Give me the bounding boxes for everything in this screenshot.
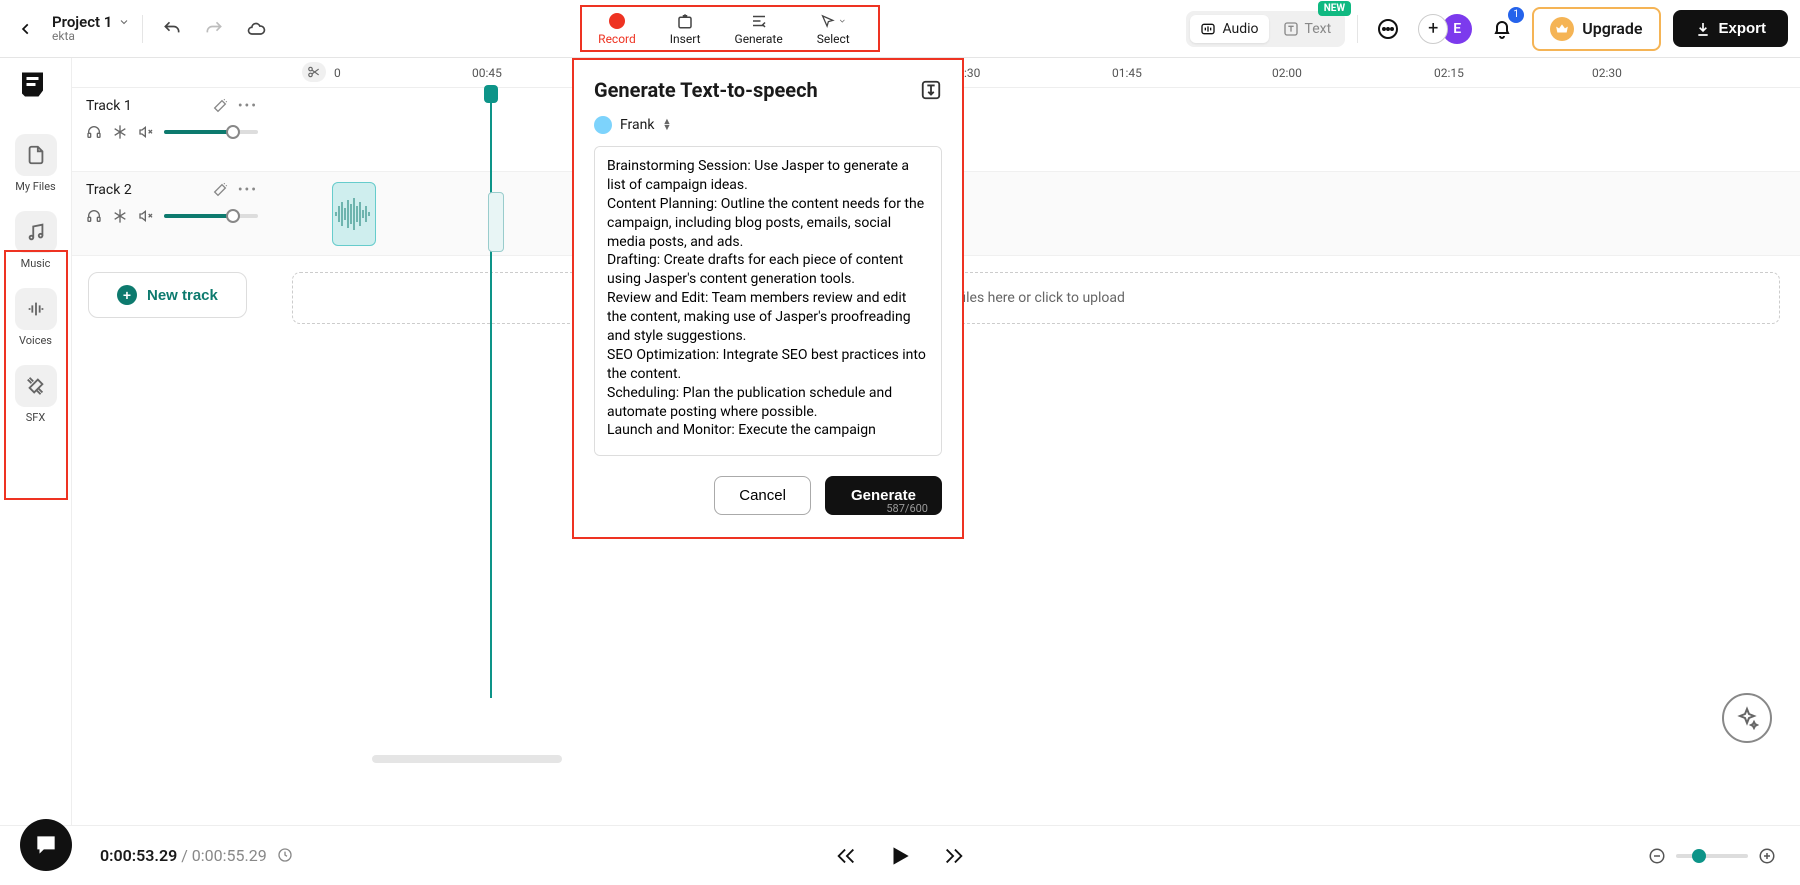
play-button[interactable] <box>887 843 913 869</box>
dialog-title: Generate Text-to-speech <box>594 78 818 102</box>
export-button[interactable]: Export <box>1673 10 1789 47</box>
drop-zone[interactable]: p files here or click to upload <box>292 272 1780 324</box>
volume-slider[interactable] <box>164 130 258 134</box>
project-selector[interactable]: Project 1 ekta <box>52 14 130 44</box>
ruler-mark: 02:30 <box>1592 66 1622 80</box>
main-area: 0 00:45 :30 01:45 02:00 02:15 02:30 Trac… <box>72 58 1800 825</box>
download-icon <box>1695 21 1711 37</box>
zoom-in-button[interactable] <box>1758 847 1776 865</box>
snowflake-icon[interactable] <box>112 208 128 224</box>
text-mode-button[interactable]: Text <box>1273 15 1342 43</box>
music-icon <box>15 211 57 253</box>
zoom-out-button[interactable] <box>1648 847 1666 865</box>
file-icon <box>15 134 57 176</box>
redo-button[interactable] <box>197 12 231 46</box>
ruler-mark: 00:45 <box>472 66 502 80</box>
view-mode-toggle: Audio Text NEW <box>1186 11 1345 47</box>
collaborators[interactable]: + E <box>1418 14 1472 44</box>
track-lane[interactable] <box>272 88 1800 171</box>
zoom-slider[interactable] <box>1676 854 1748 858</box>
zoom-controls <box>1648 847 1776 865</box>
waveform-icon <box>1200 21 1216 37</box>
back-button[interactable] <box>12 15 40 43</box>
tts-text-input[interactable] <box>594 146 942 456</box>
ai-assistant-fab[interactable] <box>1722 693 1772 743</box>
mute-icon[interactable] <box>138 124 154 140</box>
char-count: 587/600 <box>886 502 928 515</box>
app-logo[interactable] <box>16 68 52 104</box>
add-collaborator-button[interactable]: + <box>1418 14 1448 44</box>
sidebar-item-sfx[interactable]: SFX <box>9 359 63 430</box>
undo-button[interactable] <box>155 12 189 46</box>
scissor-tool[interactable] <box>302 62 326 82</box>
forward-button[interactable] <box>941 845 967 867</box>
record-tool[interactable]: Record <box>590 9 644 48</box>
center-toolbar: Record Insert Generate Select <box>580 5 880 52</box>
track-menu[interactable]: ••• <box>238 182 258 198</box>
tts-dialog: Generate Text-to-speech Frank ▲▼ 587/600… <box>572 58 964 539</box>
snowflake-icon[interactable] <box>112 124 128 140</box>
transport-controls <box>833 843 967 869</box>
voice-name: Frank <box>620 117 654 133</box>
sidebar-item-myfiles[interactable]: My Files <box>9 128 63 199</box>
project-name: Project 1 <box>52 14 112 31</box>
playhead[interactable] <box>490 88 492 698</box>
headphones-icon[interactable] <box>86 208 102 224</box>
ghost-insert-marker <box>488 192 504 252</box>
select-tool[interactable]: Select <box>809 9 858 48</box>
sparkle-icon <box>1735 706 1759 730</box>
clock-icon[interactable] <box>277 847 293 863</box>
track-name[interactable]: Track 1 <box>86 98 132 114</box>
audio-clip[interactable] <box>332 182 376 246</box>
sidebar: My Files Music Voices SFX <box>0 58 72 825</box>
headphones-icon[interactable] <box>86 124 102 140</box>
sidebar-item-voices[interactable]: Voices <box>9 282 63 353</box>
wand-icon[interactable] <box>212 98 228 114</box>
voice-selector[interactable]: Frank ▲▼ <box>594 116 942 134</box>
notification-count: 1 <box>1508 7 1524 23</box>
tts-settings-icon[interactable] <box>920 79 942 101</box>
sfx-icon <box>15 365 57 407</box>
generate-tool[interactable]: Generate <box>727 9 791 48</box>
time-display: 0:00:53.29 / 0:00:55.29 <box>100 846 293 865</box>
chevron-down-icon <box>118 16 130 28</box>
comments-button[interactable] <box>1370 11 1406 47</box>
chevron-updown-icon: ▲▼ <box>662 119 671 131</box>
notifications-button[interactable]: 1 <box>1484 11 1520 47</box>
ruler-mark: 02:00 <box>1272 66 1302 80</box>
cancel-button[interactable]: Cancel <box>714 476 811 515</box>
ruler-mark: 02:15 <box>1434 66 1464 80</box>
voices-icon <box>15 288 57 330</box>
audio-mode-button[interactable]: Audio <box>1190 15 1268 43</box>
sidebar-item-music[interactable]: Music <box>9 205 63 276</box>
project-owner: ekta <box>52 30 130 43</box>
voice-color-dot <box>594 116 612 134</box>
mute-icon[interactable] <box>138 208 154 224</box>
new-track-button[interactable]: + New track <box>88 272 247 318</box>
volume-slider[interactable] <box>164 214 258 218</box>
ruler-mark: :30 <box>964 66 980 80</box>
horizontal-scrollbar[interactable] <box>372 755 562 763</box>
help-chat-button[interactable] <box>20 819 72 871</box>
ruler-zero: 0 <box>334 66 341 80</box>
upgrade-button[interactable]: Upgrade <box>1532 7 1660 51</box>
track-menu[interactable]: ••• <box>238 98 258 114</box>
crown-icon <box>1550 17 1574 41</box>
footer: 0:00:53.29 / 0:00:55.29 <box>0 825 1800 885</box>
rewind-button[interactable] <box>833 845 859 867</box>
chat-icon <box>1376 17 1400 41</box>
wand-icon[interactable] <box>212 182 228 198</box>
insert-tool[interactable]: Insert <box>662 9 709 48</box>
chat-icon <box>33 832 59 858</box>
new-badge: NEW <box>1318 1 1351 16</box>
track-name[interactable]: Track 2 <box>86 182 132 198</box>
header: Project 1 ekta Record Insert Generate <box>0 0 1800 58</box>
cloud-sync-button[interactable] <box>239 12 273 46</box>
ruler-mark: 01:45 <box>1112 66 1142 80</box>
text-icon <box>1283 21 1299 37</box>
plus-icon: + <box>117 285 137 305</box>
